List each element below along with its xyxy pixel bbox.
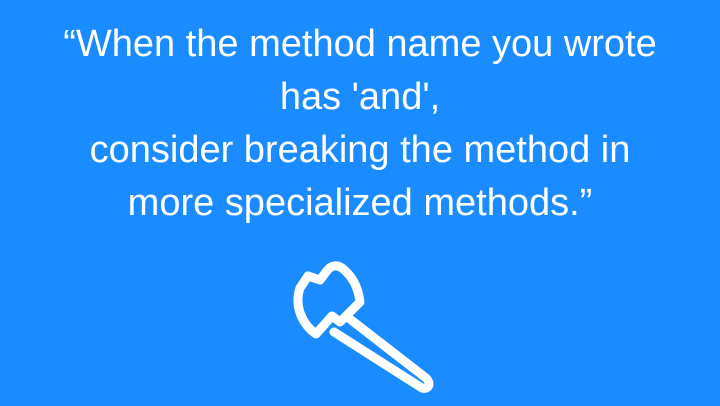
quote-line-4: more specialized methods.” — [127, 182, 593, 224]
quote-line-2: has 'and', — [279, 76, 441, 118]
quote-text: “When the method name you wrote has 'and… — [0, 18, 720, 230]
axe-icon — [293, 261, 434, 393]
quote-line-1: “When the method name you wrote — [63, 23, 657, 65]
quote-line-3: consider breaking the method in — [89, 129, 631, 171]
